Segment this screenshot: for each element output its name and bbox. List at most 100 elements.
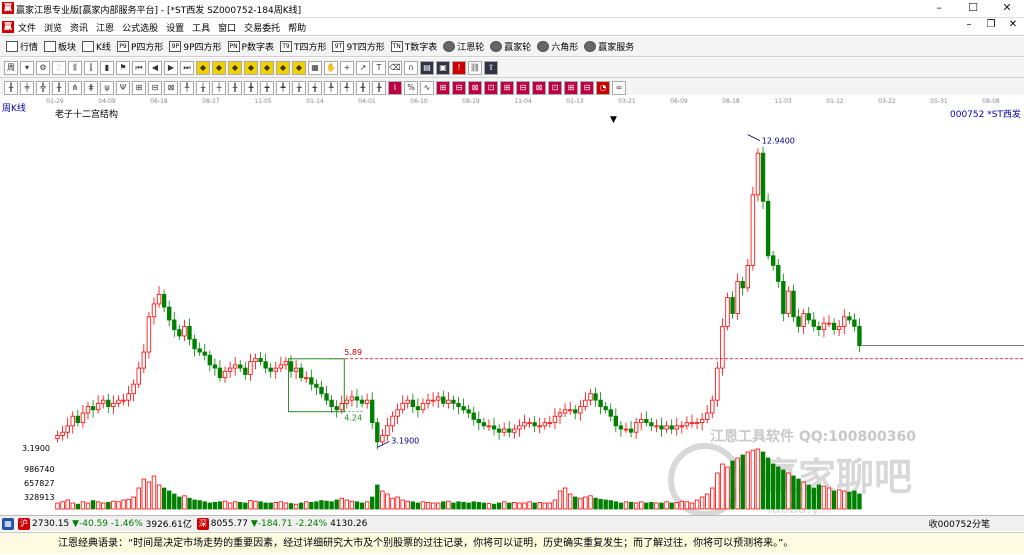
- line-tool-icon[interactable]: ╋: [244, 80, 258, 95]
- toolbar-button-10[interactable]: 赢家轮: [490, 40, 531, 53]
- maximize-button[interactable]: ☐: [956, 0, 990, 18]
- menu-item-7[interactable]: 窗口: [218, 21, 236, 34]
- mdi-minimize-button[interactable]: –: [958, 19, 980, 30]
- toolbar-button-4[interactable]: 9P 9P四方形: [169, 40, 222, 53]
- menu-item-8[interactable]: 交易委托: [244, 21, 280, 34]
- menu-item-0[interactable]: 文件: [18, 21, 36, 34]
- line-tool-icon[interactable]: ╀: [180, 80, 194, 95]
- toolbar-button-0[interactable]: 行情: [6, 40, 38, 53]
- text-icon[interactable]: T: [372, 60, 386, 75]
- sz-index-icon[interactable]: 深: [196, 517, 209, 530]
- fork-icon[interactable]: Ψ: [116, 80, 130, 95]
- last-icon[interactable]: ⏭: [180, 60, 194, 75]
- save-icon[interactable]: ▣: [436, 60, 450, 75]
- flag-icon[interactable]: ⚑: [116, 60, 130, 75]
- gann-box-icon[interactable]: ⊞: [500, 80, 514, 95]
- gann-box-icon[interactable]: ⊟: [516, 80, 530, 95]
- crosshair-icon[interactable]: +: [340, 60, 354, 75]
- eraser-icon[interactable]: ⌫: [388, 60, 402, 75]
- dropdown-icon[interactable]: ▾: [20, 60, 34, 75]
- pie-icon[interactable]: ◔: [596, 80, 610, 95]
- diamond-icon[interactable]: ◆: [244, 60, 258, 75]
- menu-item-9[interactable]: 帮助: [288, 21, 306, 34]
- gann-box-icon[interactable]: ⊞: [436, 80, 450, 95]
- diamond-icon[interactable]: ◆: [228, 60, 242, 75]
- line-tool-icon[interactable]: ╫: [52, 80, 66, 95]
- line-tool-icon[interactable]: ╂: [228, 80, 242, 95]
- line-tool-icon[interactable]: ╪: [20, 80, 34, 95]
- line-tool-icon[interactable]: ╈: [260, 80, 274, 95]
- percent-icon[interactable]: %: [404, 80, 418, 95]
- candle-icon[interactable]: ⫶: [52, 60, 66, 75]
- gann-icon[interactable]: ⊟: [148, 80, 162, 95]
- gann-box-icon[interactable]: ⊡: [484, 80, 498, 95]
- toolbar-button-7[interactable]: 9T 9T四方形: [332, 40, 385, 53]
- line-tool-icon[interactable]: ╁: [196, 80, 210, 95]
- gann-icon[interactable]: ⊞: [132, 80, 146, 95]
- diamond-icon[interactable]: ◆: [260, 60, 274, 75]
- toolbar-button-6[interactable]: T9 T四方形: [279, 40, 326, 53]
- fan-icon[interactable]: ⋔: [68, 80, 82, 95]
- export-icon[interactable]: ⇪: [484, 60, 498, 75]
- line-tool-icon[interactable]: ╆: [292, 80, 306, 95]
- gann-icon[interactable]: ⊠: [164, 80, 178, 95]
- first-icon[interactable]: ⏮: [132, 60, 146, 75]
- magnet-icon[interactable]: ∩: [404, 60, 418, 75]
- menu-item-4[interactable]: 公式选股: [122, 21, 158, 34]
- menu-item-3[interactable]: 江恩: [96, 21, 114, 34]
- calc-icon[interactable]: ▤: [420, 60, 434, 75]
- line-tool-icon[interactable]: ╊: [372, 80, 386, 95]
- mdi-close-button[interactable]: ✕: [1002, 19, 1024, 30]
- arrow-icon[interactable]: ↗: [356, 60, 370, 75]
- kline-chart[interactable]: 01-29 04-09 06-18 08-27 11-05 01-14 04-01 06-10…: [0, 95, 1024, 515]
- toolbar-button-12[interactable]: 赢家服务: [584, 40, 634, 53]
- menu-item-5[interactable]: 设置: [166, 21, 184, 34]
- gann-box-icon[interactable]: ⊠: [532, 80, 546, 95]
- toolbar-button-11[interactable]: 六角形: [537, 40, 578, 53]
- toolbar-button-2[interactable]: K线: [82, 40, 111, 53]
- diamond-icon[interactable]: ◆: [196, 60, 210, 75]
- candle-icon[interactable]: ⫿: [84, 60, 98, 75]
- sh-index-icon[interactable]: 沪: [18, 517, 30, 530]
- menu-item-1[interactable]: 浏览: [44, 21, 62, 34]
- toolbar-button-8[interactable]: TN T数字表: [390, 40, 437, 53]
- fan-icon[interactable]: ⋕: [84, 80, 98, 95]
- link-icon[interactable]: ⛓: [468, 60, 482, 75]
- minimize-button[interactable]: –: [922, 0, 956, 18]
- hand-icon[interactable]: ✋: [324, 60, 338, 75]
- gann-box-icon[interactable]: ⊞: [564, 80, 578, 95]
- line-tool-icon[interactable]: ╅: [308, 80, 322, 95]
- week-period-selector[interactable]: 周: [4, 60, 18, 75]
- mdi-restore-button[interactable]: ❐: [980, 19, 1002, 30]
- grid-icon[interactable]: ▦: [308, 60, 322, 75]
- zigzag-icon[interactable]: ⌇: [388, 80, 402, 95]
- line-tool-icon[interactable]: ╇: [276, 80, 290, 95]
- tick-detail-link[interactable]: 收000752分笔: [929, 517, 990, 530]
- next-icon[interactable]: ▶: [164, 60, 178, 75]
- gann-box-icon[interactable]: ⊡: [548, 80, 562, 95]
- gann-box-icon[interactable]: ⊟: [580, 80, 594, 95]
- grid-icon[interactable]: ▦: [2, 517, 14, 530]
- curve-icon[interactable]: ∿: [420, 80, 434, 95]
- line-tool-icon[interactable]: ╬: [36, 80, 50, 95]
- menu-item-6[interactable]: 工具: [192, 21, 210, 34]
- alert-icon[interactable]: !: [452, 60, 466, 75]
- toolbar-button-3[interactable]: P9 P四方形: [116, 40, 163, 53]
- toolbar-button-9[interactable]: 江恩轮: [443, 40, 484, 53]
- prev-icon[interactable]: ◀: [148, 60, 162, 75]
- line-tool-icon[interactable]: ┼: [212, 80, 226, 95]
- toolbar-button-1[interactable]: 板块: [44, 40, 76, 53]
- line-tool-icon[interactable]: ╉: [356, 80, 370, 95]
- line-tool-icon[interactable]: ╃: [340, 80, 354, 95]
- gann-box-icon[interactable]: ⊠: [468, 80, 482, 95]
- settings-icon[interactable]: ⚙: [36, 60, 50, 75]
- infinity-icon[interactable]: ∞: [612, 80, 626, 95]
- gann-box-icon[interactable]: ⊟: [452, 80, 466, 95]
- bar-icon[interactable]: ▮: [100, 60, 114, 75]
- study-dropdown-icon[interactable]: ▼: [610, 115, 617, 125]
- diamond-icon[interactable]: ◆: [276, 60, 290, 75]
- menu-item-2[interactable]: 资讯: [70, 21, 88, 34]
- line-tool-icon[interactable]: ╄: [324, 80, 338, 95]
- fork-icon[interactable]: ψ: [100, 80, 114, 95]
- toolbar-button-5[interactable]: PN P数字表: [227, 40, 274, 53]
